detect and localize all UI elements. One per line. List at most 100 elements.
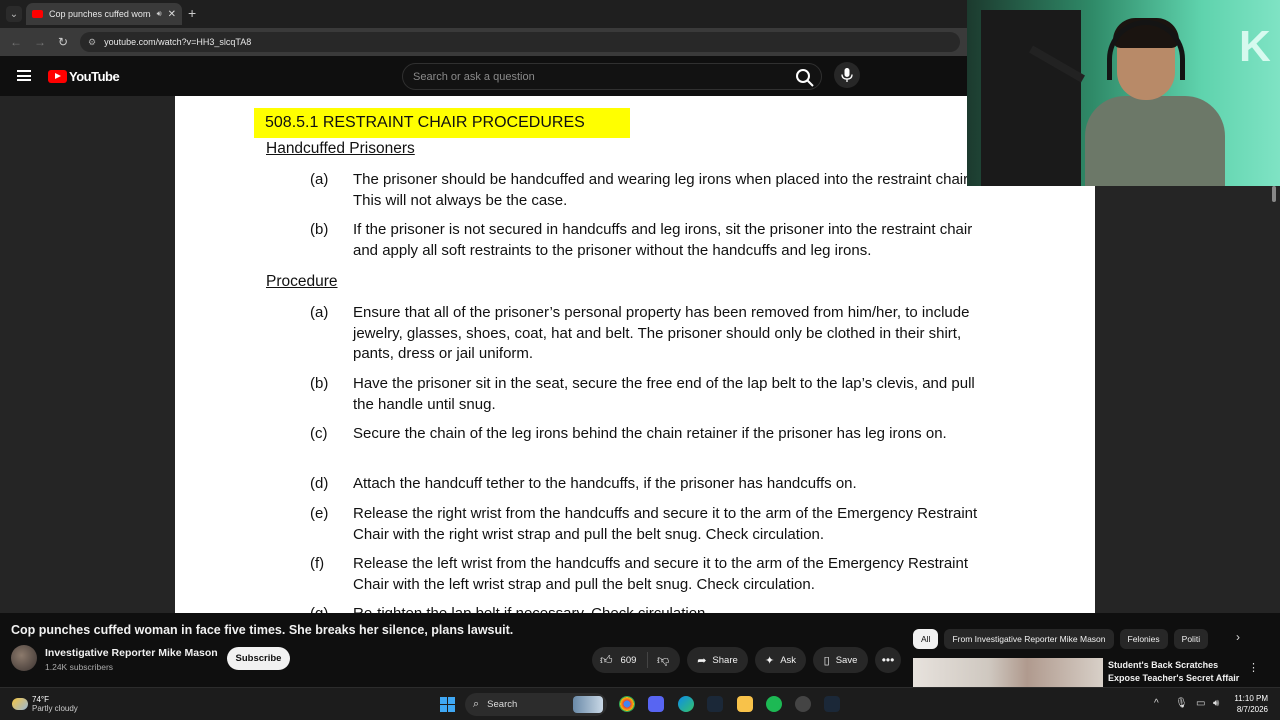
forward-arrow-icon[interactable]: → <box>34 35 46 49</box>
url-text: youtube.com/watch?v=HH3_slcqTA8 <box>104 37 252 47</box>
webcam-overlay: K <box>967 0 1280 186</box>
browser-tab-active[interactable]: Cop punches cuffed woman 🔊︎ ✕ <box>26 3 182 25</box>
share-icon: ➦ <box>697 654 707 667</box>
item-text: Release the left wrist from the handcuff… <box>353 555 969 593</box>
reload-icon[interactable]: ↻ <box>58 35 68 49</box>
page-scrollbar[interactable] <box>1272 186 1276 202</box>
windows-start-icon[interactable] <box>440 697 455 712</box>
item-letter: (e) <box>310 505 329 522</box>
item-text: Secure the chain of the leg irons behind… <box>353 425 947 442</box>
taskbar-search[interactable]: ⌕ Search <box>465 693 607 716</box>
tab-search-icon[interactable]: ⌄ <box>6 6 22 22</box>
dislike-button[interactable]: 👎︎ <box>648 653 669 668</box>
edge-icon[interactable] <box>678 696 694 712</box>
search-highlight-image <box>573 696 603 713</box>
item-text: Release the right wrist from the handcuf… <box>353 505 978 543</box>
speaker-icon[interactable]: 🔊︎ <box>157 9 162 19</box>
chevron-right-icon[interactable]: › <box>1236 630 1240 644</box>
like-count: 609 <box>620 654 637 666</box>
share-label: Share <box>712 654 738 666</box>
back-arrow-icon[interactable]: ← <box>10 35 22 49</box>
steam-alt-icon[interactable] <box>824 696 840 712</box>
close-tab-icon[interactable]: ✕ <box>168 9 176 20</box>
item-letter: (c) <box>310 425 328 442</box>
time: 11:10 PM <box>1234 694 1268 703</box>
subscriber-count: 1.24K subscribers <box>45 662 114 672</box>
video-title: Cop punches cuffed woman in face five ti… <box>11 623 514 637</box>
voice-search-button[interactable] <box>834 62 860 88</box>
streamer-body <box>1085 96 1225 186</box>
youtube-logo[interactable]: YouTube <box>48 69 120 84</box>
item-letter: (d) <box>310 475 329 492</box>
menu-icon[interactable] <box>17 70 31 81</box>
weather-condition: Partly cloudy <box>32 704 78 713</box>
search-placeholder: Search or ask a question <box>413 70 535 83</box>
webcam-background-door <box>981 10 1081 186</box>
discord-icon[interactable] <box>648 696 664 712</box>
thumbs-up-icon: 👍︎ <box>600 652 613 667</box>
more-vertical-icon[interactable]: ⋮ <box>1248 661 1259 674</box>
channel-name[interactable]: Investigative Reporter Mike Mason <box>45 647 218 659</box>
tab-title: Cop punches cuffed woman <box>49 9 151 19</box>
like-dislike-group: 👍︎ 609 👎︎ <box>592 647 680 673</box>
recommended-video-thumbnail[interactable] <box>913 658 1103 687</box>
list-item: (a) The prisoner should be handcuffed an… <box>310 170 1010 212</box>
item-letter: (a) <box>310 304 329 321</box>
microphone-icon <box>841 68 853 82</box>
item-text: Ensure that all of the prisoner’s person… <box>353 304 970 362</box>
bookmark-icon: ▯ <box>823 654 830 667</box>
subscribe-button[interactable]: Subscribe <box>227 647 290 670</box>
save-button[interactable]: ▯ Save <box>813 647 868 673</box>
search-icon[interactable] <box>793 66 817 88</box>
item-text: If the prisoner is not secured in handcu… <box>353 221 973 259</box>
like-button[interactable]: 👍︎ 609 <box>592 652 648 668</box>
video-info-bar: Cop punches cuffed woman in face five ti… <box>0 613 1280 687</box>
neon-sign: K <box>1239 22 1271 71</box>
steam-icon[interactable] <box>707 696 723 712</box>
more-horizontal-icon: ••• <box>881 653 895 667</box>
windows-taskbar: 74°F Partly cloudy ⌕ Search ^ 🎙︎ ▭ 🔊︎ 11… <box>0 687 1280 720</box>
more-actions-button[interactable]: ••• <box>875 647 901 673</box>
item-text: The prisoner should be handcuffed and we… <box>353 171 972 209</box>
recommended-video-title[interactable]: Student's Back Scratches Expose Teacher'… <box>1108 659 1244 684</box>
document-page: 508.5.1 RESTRAINT CHAIR PROCEDURES Handc… <box>175 96 1095 613</box>
section-title-procedure: Procedure <box>266 273 338 290</box>
item-text: Attach the handcuff tether to the handcu… <box>353 475 857 492</box>
spotify-icon[interactable] <box>766 696 782 712</box>
ask-label: Ask <box>780 654 797 666</box>
share-button[interactable]: ➦ Share <box>687 647 748 673</box>
site-info-icon[interactable]: ⚙ <box>88 37 96 48</box>
search-input[interactable]: Search or ask a question <box>402 63 822 90</box>
display-icon[interactable]: ▭ <box>1196 698 1205 709</box>
item-text: Have the prisoner sit in the seat, secur… <box>353 375 975 413</box>
address-bar[interactable]: ⚙ youtube.com/watch?v=HH3_slcqTA8 <box>80 32 960 52</box>
youtube-favicon-icon <box>32 10 43 18</box>
chrome-icon[interactable] <box>619 696 635 712</box>
file-explorer-icon[interactable] <box>737 696 753 712</box>
chip-from-channel[interactable]: From Investigative Reporter Mike Mason <box>944 629 1114 649</box>
document-heading: 508.5.1 RESTRAINT CHAIR PROCEDURES <box>254 108 630 138</box>
channel-avatar[interactable] <box>11 645 37 671</box>
chevron-up-icon[interactable]: ^ <box>1154 698 1159 709</box>
sparkle-icon: ✦ <box>764 654 775 667</box>
weather-widget[interactable]: 74°F Partly cloudy <box>12 695 78 713</box>
taskbar-search-label: Search <box>487 699 518 710</box>
chip-felonies[interactable]: Felonies <box>1119 629 1168 649</box>
thumbs-down-icon: 👎︎ <box>657 652 670 667</box>
save-label: Save <box>835 654 858 666</box>
search-icon: ⌕ <box>473 698 480 710</box>
microphone-tray-icon[interactable]: 🎙︎ <box>1175 698 1188 709</box>
clock[interactable]: 11:10 PM 8/7/2026 <box>1218 693 1268 715</box>
new-tab-icon[interactable]: + <box>188 5 196 21</box>
recommendation-chips: All From Investigative Reporter Mike Mas… <box>913 629 1214 649</box>
ask-button[interactable]: ✦ Ask <box>755 647 806 673</box>
item-letter: (f) <box>310 555 325 572</box>
youtube-wordmark: YouTube <box>69 69 120 84</box>
chip-politics[interactable]: Politi <box>1173 629 1208 649</box>
partly-cloudy-icon <box>12 698 28 710</box>
section-title-handcuffed: Handcuffed Prisoners <box>266 140 415 157</box>
chip-all[interactable]: All <box>913 629 939 649</box>
item-letter: (g) <box>310 604 328 613</box>
item-letter: (b) <box>310 221 329 238</box>
obs-icon[interactable] <box>795 696 811 712</box>
